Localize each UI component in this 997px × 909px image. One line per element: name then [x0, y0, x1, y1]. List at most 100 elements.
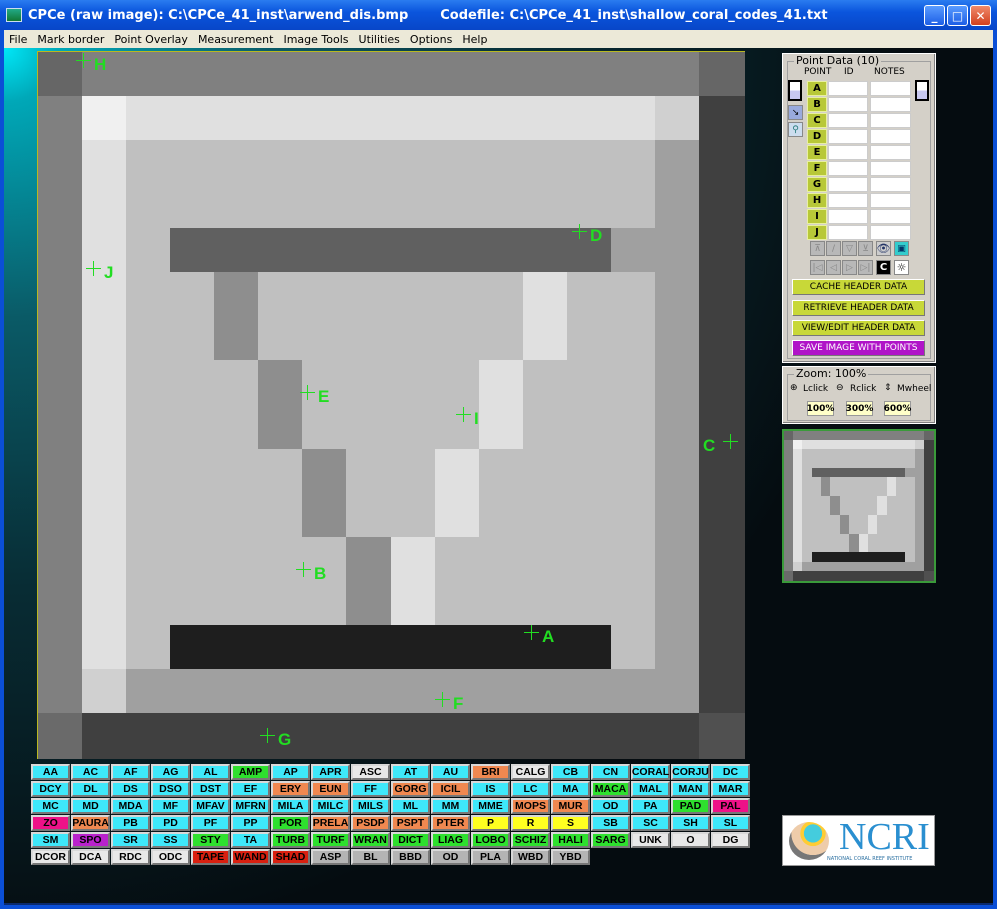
save-disk-icon[interactable]: ▣ — [894, 241, 909, 256]
code-button-ery[interactable]: ERY — [271, 781, 310, 797]
code-button-schiz[interactable]: SCHIZ — [511, 832, 550, 848]
point-row-label[interactable]: A — [807, 81, 827, 96]
code-button-p[interactable]: P — [471, 815, 510, 831]
code-button-mils[interactable]: MILS — [351, 798, 390, 814]
code-button-paura[interactable]: PAURA — [71, 815, 110, 831]
close-button[interactable]: ✕ — [970, 5, 991, 26]
up-button[interactable]: / — [826, 241, 841, 256]
code-button-r[interactable]: R — [511, 815, 550, 831]
image-canvas[interactable]: H J D E I C B A F G — [37, 51, 745, 759]
code-button-pter[interactable]: PTER — [431, 815, 470, 831]
code-button-ag[interactable]: AG — [151, 764, 190, 780]
code-button-pb[interactable]: PB — [111, 815, 150, 831]
code-button-coral[interactable]: CORAL — [631, 764, 670, 780]
point-id-input[interactable] — [828, 209, 868, 224]
code-button-dst[interactable]: DST — [191, 781, 230, 797]
point-notes-input[interactable] — [870, 145, 911, 160]
point-id-input[interactable] — [828, 81, 868, 96]
point-notes-input[interactable] — [870, 177, 911, 192]
code-button-spo[interactable]: SPO — [71, 832, 110, 848]
code-button-mc[interactable]: MC — [31, 798, 70, 814]
code-button-sty[interactable]: STY — [191, 832, 230, 848]
code-button-mur[interactable]: MUR — [551, 798, 590, 814]
code-button-cn[interactable]: CN — [591, 764, 630, 780]
code-button-dcor[interactable]: DCOR — [31, 849, 70, 865]
code-button-mme[interactable]: MME — [471, 798, 510, 814]
code-button-corju[interactable]: CORJU — [671, 764, 710, 780]
resize-arrow-icon[interactable]: ↘ — [788, 105, 803, 120]
c-button[interactable]: C — [876, 260, 891, 275]
menu-file[interactable]: File — [4, 33, 32, 46]
code-button-lc[interactable]: LC — [511, 781, 550, 797]
code-button-pspt[interactable]: PSPT — [391, 815, 430, 831]
code-button-maca[interactable]: MACA — [591, 781, 630, 797]
point-id-input[interactable] — [828, 225, 868, 240]
code-button-liag[interactable]: LIAG — [431, 832, 470, 848]
menu-help[interactable]: Help — [457, 33, 492, 46]
point-notes-input[interactable] — [870, 161, 911, 176]
code-button-is[interactable]: IS — [471, 781, 510, 797]
save-image-with-points-button[interactable]: SAVE IMAGE WITH POINTS — [792, 340, 925, 356]
next-button[interactable]: ▷ — [842, 260, 857, 275]
code-button-pd[interactable]: PD — [151, 815, 190, 831]
view-edit-header-button[interactable]: VIEW/EDIT HEADER DATA — [792, 320, 925, 336]
code-button-mar[interactable]: MAR — [711, 781, 750, 797]
menu-mark-border[interactable]: Mark border — [32, 33, 109, 46]
first-up-button[interactable]: ⊼ — [810, 241, 825, 256]
last-down-button[interactable]: ⊻ — [858, 241, 873, 256]
code-button-o[interactable]: O — [671, 832, 710, 848]
code-button-icil[interactable]: ICIL — [431, 781, 470, 797]
code-button-at[interactable]: AT — [391, 764, 430, 780]
filter-icon[interactable]: ⚲ — [788, 122, 803, 137]
code-button-mf[interactable]: MF — [151, 798, 190, 814]
code-button-por[interactable]: POR — [271, 815, 310, 831]
code-button-odc[interactable]: ODC — [151, 849, 190, 865]
code-button-pp[interactable]: PP — [231, 815, 270, 831]
code-button-od[interactable]: OD — [591, 798, 630, 814]
code-button-unk[interactable]: UNK — [631, 832, 670, 848]
point-id-input[interactable] — [828, 113, 868, 128]
code-button-wand[interactable]: WAND — [231, 849, 270, 865]
scroll-notes-toggle[interactable] — [915, 80, 929, 101]
code-button-ma[interactable]: MA — [551, 781, 590, 797]
code-button-tape[interactable]: TAPE — [191, 849, 230, 865]
code-button-dc[interactable]: DC — [711, 764, 750, 780]
code-button-od[interactable]: OD — [431, 849, 470, 865]
menu-utilities[interactable]: Utilities — [354, 33, 405, 46]
code-button-hali[interactable]: HALI — [551, 832, 590, 848]
code-button-apr[interactable]: APR — [311, 764, 350, 780]
code-button-dg[interactable]: DG — [711, 832, 750, 848]
point-id-input[interactable] — [828, 177, 868, 192]
code-button-s[interactable]: S — [551, 815, 590, 831]
code-button-ac[interactable]: AC — [71, 764, 110, 780]
code-button-turf[interactable]: TURF — [311, 832, 350, 848]
code-button-mda[interactable]: MDA — [111, 798, 150, 814]
point-row-label[interactable]: J — [807, 225, 827, 240]
code-button-pla[interactable]: PLA — [471, 849, 510, 865]
point-notes-input[interactable] — [870, 129, 911, 144]
code-button-gorg[interactable]: GORG — [391, 781, 430, 797]
point-id-input[interactable] — [828, 97, 868, 112]
code-button-amp[interactable]: AMP — [231, 764, 270, 780]
point-row-label[interactable]: F — [807, 161, 827, 176]
point-row-label[interactable]: C — [807, 113, 827, 128]
zoom-300-button[interactable]: 300% — [846, 401, 873, 416]
menu-point-overlay[interactable]: Point Overlay — [109, 33, 193, 46]
point-row-label[interactable]: D — [807, 129, 827, 144]
point-row-label[interactable]: G — [807, 177, 827, 192]
code-button-eun[interactable]: EUN — [311, 781, 350, 797]
code-button-pad[interactable]: PAD — [671, 798, 710, 814]
code-button-mfrn[interactable]: MFRN — [231, 798, 270, 814]
point-notes-input[interactable] — [870, 113, 911, 128]
prev-button[interactable]: ◁ — [826, 260, 841, 275]
point-notes-input[interactable] — [870, 81, 911, 96]
code-button-ap[interactable]: AP — [271, 764, 310, 780]
retrieve-header-button[interactable]: RETRIEVE HEADER DATA — [792, 300, 925, 316]
code-button-turb[interactable]: TURB — [271, 832, 310, 848]
down-button[interactable]: ▽ — [842, 241, 857, 256]
code-button-ta[interactable]: TA — [231, 832, 270, 848]
code-button-milc[interactable]: MILC — [311, 798, 350, 814]
code-button-sb[interactable]: SB — [591, 815, 630, 831]
code-button-aa[interactable]: AA — [31, 764, 70, 780]
menu-image-tools[interactable]: Image Tools — [278, 33, 353, 46]
